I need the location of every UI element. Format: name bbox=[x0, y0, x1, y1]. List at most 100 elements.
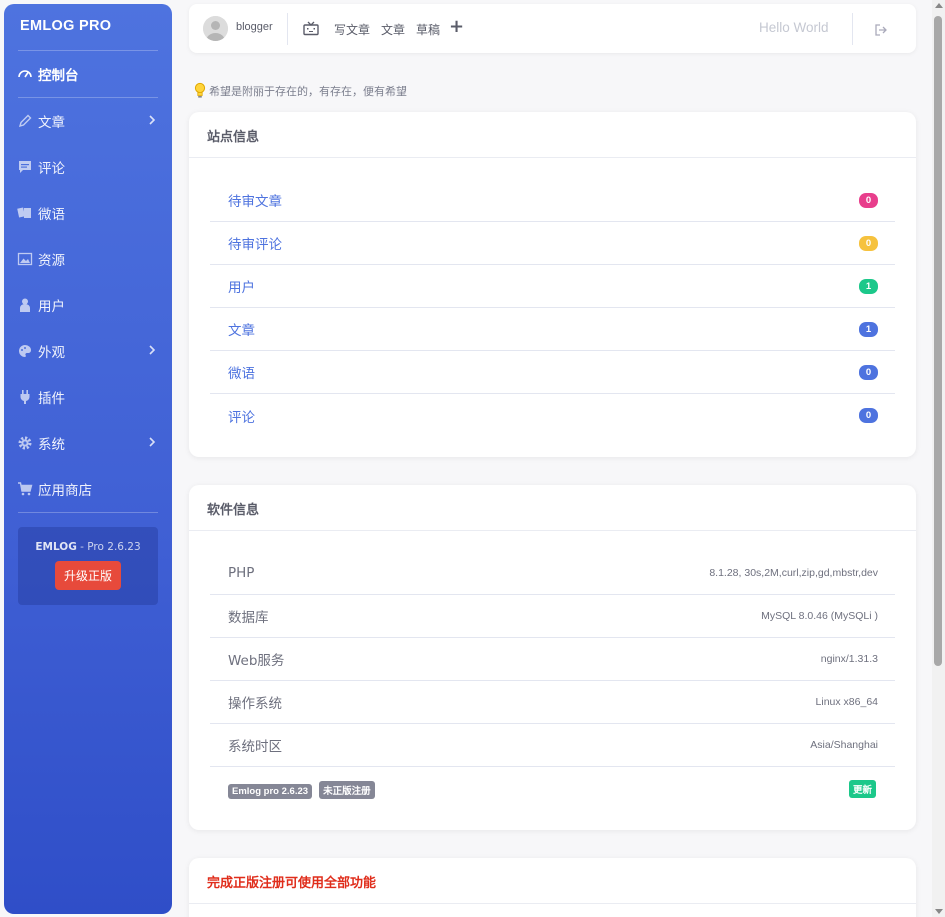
sidebar-divider bbox=[18, 512, 158, 513]
scrollbar-thumb[interactable] bbox=[934, 16, 942, 666]
table-row: PHP 8.1.28, 30s,2M,curl,zip,gd,mbstr,dev bbox=[210, 552, 895, 595]
cards-icon bbox=[16, 204, 34, 222]
avatar[interactable] bbox=[203, 16, 228, 41]
sidebar-item-microblog[interactable]: 微语 bbox=[4, 190, 172, 236]
sidebar-item-label: 评论 bbox=[38, 161, 65, 177]
palette-icon bbox=[16, 342, 34, 360]
topbar-divider bbox=[287, 13, 288, 45]
sidebar-item-users[interactable]: 用户 bbox=[4, 282, 172, 328]
row-label: 数据库 bbox=[228, 610, 269, 626]
sidebar-item-label: 文章 bbox=[38, 115, 65, 131]
register-card: 完成正版注册可使用全部功能 bbox=[189, 858, 916, 917]
comments-link[interactable]: 评论 bbox=[228, 406, 255, 426]
row-label: 系统时区 bbox=[228, 739, 282, 755]
row-label: 操作系统 bbox=[228, 696, 282, 712]
tv-icon[interactable] bbox=[303, 21, 319, 40]
sidebar-item-label: 应用商店 bbox=[38, 483, 92, 499]
software-info-list: PHP 8.1.28, 30s,2M,curl,zip,gd,mbstr,dev… bbox=[189, 531, 916, 810]
topbar: blogger 写文章 文章 草稿 + Hello World bbox=[189, 4, 916, 53]
count-badge: 1 bbox=[859, 321, 878, 337]
plug-icon bbox=[16, 388, 34, 406]
sidebar-item-label: 微语 bbox=[38, 207, 65, 223]
lightbulb-icon bbox=[194, 82, 206, 99]
site-info-title: 站点信息 bbox=[189, 112, 916, 158]
cart-icon bbox=[16, 480, 34, 498]
register-title: 完成正版注册可使用全部功能 bbox=[189, 858, 916, 904]
sidebar-item-dashboard[interactable]: 控制台 bbox=[4, 51, 172, 97]
count-badge: 0 bbox=[859, 364, 878, 380]
brand-logo[interactable]: EMLOG PRO bbox=[4, 4, 172, 50]
sidebar-item-appearance[interactable]: 外观 bbox=[4, 328, 172, 374]
site-info-list: 待审文章 0 待审评论 0 用户 1 文章 1 微语 0 评论 0 bbox=[189, 158, 916, 437]
list-item: 评论 0 bbox=[210, 394, 895, 437]
sidebar-item-label: 系统 bbox=[38, 437, 65, 453]
articles-link[interactable]: 文章 bbox=[381, 21, 405, 38]
users-link[interactable]: 用户 bbox=[228, 276, 255, 296]
list-item: 待审文章 0 bbox=[210, 179, 895, 222]
list-item: 待审评论 0 bbox=[210, 222, 895, 265]
user-icon bbox=[16, 296, 34, 314]
site-title-link[interactable]: Hello World bbox=[759, 20, 829, 35]
list-item: 微语 0 bbox=[210, 351, 895, 394]
unregistered-tag[interactable]: 未正版注册 bbox=[319, 780, 375, 799]
version-tags: Emlog pro 2.6.23 未正版注册 bbox=[228, 779, 377, 799]
version-text: - Pro 2.6.23 bbox=[76, 541, 141, 553]
microblog-link[interactable]: 微语 bbox=[228, 362, 255, 382]
sidebar-item-articles[interactable]: 文章 bbox=[4, 98, 172, 144]
chevron-right-icon bbox=[148, 343, 156, 359]
pending-articles-link[interactable]: 待审文章 bbox=[228, 190, 282, 210]
count-badge: 0 bbox=[859, 192, 878, 208]
sidebar-item-comments[interactable]: 评论 bbox=[4, 144, 172, 190]
sidebar-item-label: 资源 bbox=[38, 253, 65, 269]
site-info-card: 站点信息 待审文章 0 待审评论 0 用户 1 文章 1 微语 0 评论 0 bbox=[189, 112, 916, 457]
logout-icon[interactable] bbox=[874, 22, 888, 41]
write-article-link[interactable]: 写文章 bbox=[334, 21, 370, 38]
row-value: nginx/1.31.3 bbox=[820, 653, 878, 665]
sidebar-item-store[interactable]: 应用商店 bbox=[4, 466, 172, 512]
row-value: MySQL 8.0.46 (MySQLi ) bbox=[761, 610, 878, 622]
row-value: Linux x86_64 bbox=[815, 696, 878, 708]
row-value: 8.1.28, 30s,2M,curl,zip,gd,mbstr,dev bbox=[709, 567, 878, 579]
chevron-right-icon bbox=[148, 435, 156, 451]
scroll-down-icon[interactable] bbox=[935, 909, 943, 914]
pencil-icon bbox=[16, 112, 34, 130]
sidebar: EMLOG PRO 控制台 文章 评论 微语 资源 用户 外观 插件 系统 应用… bbox=[4, 4, 172, 914]
articles-link[interactable]: 文章 bbox=[228, 319, 255, 339]
pending-comments-link[interactable]: 待审评论 bbox=[228, 233, 282, 253]
scroll-up-icon[interactable] bbox=[935, 3, 943, 8]
sidebar-item-system[interactable]: 系统 bbox=[4, 420, 172, 466]
scrollbar[interactable] bbox=[932, 0, 945, 917]
sidebar-item-label: 控制台 bbox=[38, 68, 79, 84]
sidebar-item-label: 用户 bbox=[38, 299, 65, 315]
version-tag: Emlog pro 2.6.23 bbox=[228, 783, 313, 799]
motto-text: 希望是附丽于存在的，有存在，便有希望 bbox=[209, 84, 407, 98]
sidebar-item-label: 外观 bbox=[38, 345, 65, 361]
count-badge: 0 bbox=[859, 408, 878, 423]
sidebar-item-media[interactable]: 资源 bbox=[4, 236, 172, 282]
row-value: Asia/Shanghai bbox=[810, 739, 878, 751]
dashboard-icon bbox=[16, 65, 34, 83]
update-button[interactable]: 更新 bbox=[848, 779, 876, 798]
table-row: 数据库 MySQL 8.0.46 (MySQLi ) bbox=[210, 595, 895, 638]
motto: 希望是附丽于存在的，有存在，便有希望 bbox=[194, 82, 407, 99]
version-line: EMLOG - Pro 2.6.23 bbox=[18, 541, 158, 553]
topbar-divider bbox=[852, 13, 853, 45]
image-icon bbox=[16, 250, 34, 268]
version-name: EMLOG bbox=[35, 541, 77, 553]
username[interactable]: blogger bbox=[236, 21, 273, 33]
count-badge: 1 bbox=[859, 278, 878, 294]
row-label: Web服务 bbox=[228, 653, 285, 669]
drafts-link[interactable]: 草稿 bbox=[416, 21, 440, 38]
software-info-title: 软件信息 bbox=[189, 485, 916, 531]
table-row: Emlog pro 2.6.23 未正版注册 更新 bbox=[210, 767, 895, 810]
add-button[interactable]: + bbox=[449, 16, 464, 37]
table-row: Web服务 nginx/1.31.3 bbox=[210, 638, 895, 681]
sidebar-item-plugins[interactable]: 插件 bbox=[4, 374, 172, 420]
chevron-right-icon bbox=[148, 113, 156, 129]
software-info-card: 软件信息 PHP 8.1.28, 30s,2M,curl,zip,gd,mbst… bbox=[189, 485, 916, 830]
version-box: EMLOG - Pro 2.6.23 升级正版 bbox=[18, 527, 158, 605]
sidebar-item-label: 插件 bbox=[38, 391, 65, 407]
upgrade-button[interactable]: 升级正版 bbox=[54, 561, 121, 590]
list-item: 用户 1 bbox=[210, 265, 895, 308]
comment-icon bbox=[16, 158, 34, 176]
